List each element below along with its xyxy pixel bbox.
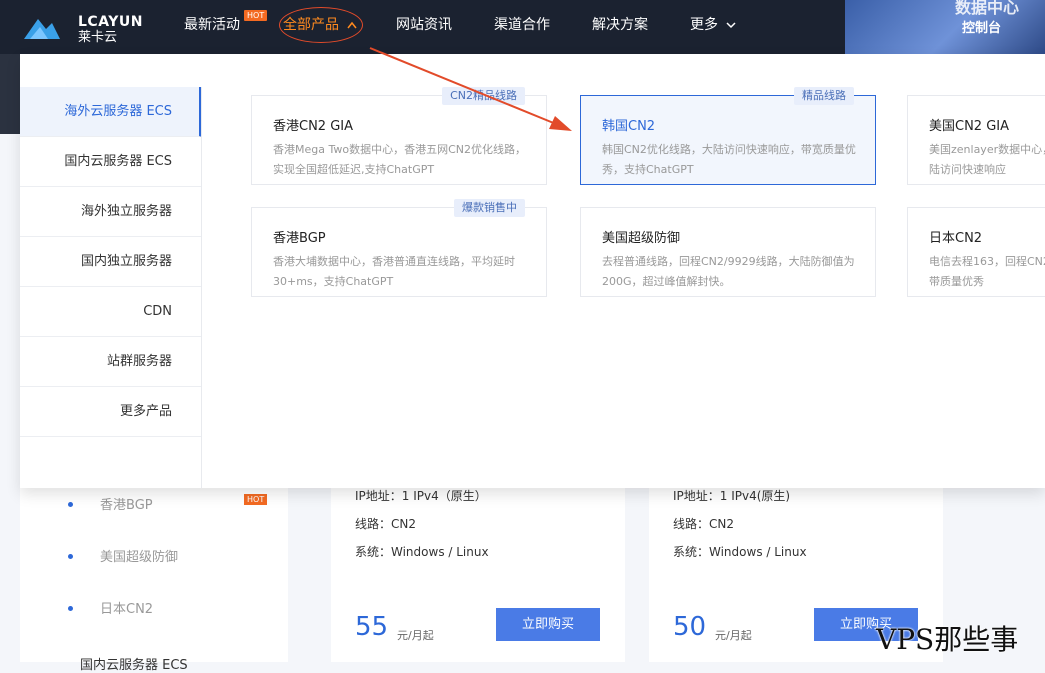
subnav-item-hk-bgp[interactable]: 香港BGP <box>100 494 153 513</box>
nav-more[interactable]: 更多 <box>690 16 736 34</box>
product-desc: 美国zenlayer数据中心，美国CN2 GIA线路，大陆访问快速响应 <box>929 143 1045 176</box>
product-card-kr-cn2[interactable]: 精品线路 韩国CN2 韩国CN2优化线路，大陆访问快速响应，带宽质量优秀，支持C… <box>580 87 876 185</box>
buy-now-button[interactable]: 立即购买 <box>496 608 600 641</box>
plan-ip: IP地址：1 IPv4（原生） <box>355 489 487 503</box>
plan-line: 线路：CN2 <box>673 517 734 531</box>
product-tag: CN2精品线路 <box>442 87 525 105</box>
product-desc: 电信去程163，回程CN2，移动联通干直连，宽带质量优秀 <box>929 255 1045 288</box>
bullet-dot <box>68 606 73 611</box>
plan-price-unit: 元/月起 <box>715 629 752 642</box>
plan-line: 线路：CN2 <box>355 517 416 531</box>
product-title: 香港CN2 GIA <box>273 119 354 134</box>
product-desc: 香港Mega Two数据中心，香港五网CN2优化线路，实现全国超低延迟,支持Ch… <box>273 143 527 176</box>
products-dropdown: 海外云服务器 ECS 国内云服务器 ECS 海外独立服务器 国内独立服务器 CD… <box>20 54 1045 488</box>
menu-item-more-products[interactable]: 更多产品 <box>20 387 202 437</box>
product-title: 香港BGP <box>273 231 326 246</box>
nav-channel-partners[interactable]: 渠道合作 <box>494 16 550 34</box>
nav-more-label: 更多 <box>690 17 718 33</box>
site-logo[interactable]: LCAYUN 莱卡云 <box>22 9 142 45</box>
menu-item-domestic-ecs[interactable]: 国内云服务器 ECS <box>20 137 202 187</box>
plan-system: 系统：Windows / Linux <box>673 545 807 559</box>
product-card-hk-bgp[interactable]: 爆款销售中 香港BGP 香港大埔数据中心，香港普通直连线路，平均延时30+ms，… <box>251 199 547 297</box>
plan-price: 55 <box>355 612 389 642</box>
plan-system: 系统：Windows / Linux <box>355 545 489 559</box>
menu-divider <box>201 87 202 488</box>
plan-price-unit: 元/月起 <box>397 629 434 642</box>
bullet-dot <box>68 502 73 507</box>
header-banner: 数据中心 <box>845 0 1045 54</box>
product-desc: 香港大埔数据中心，香港普通直连线路，平均延时30+ms，支持ChatGPT <box>273 255 515 288</box>
top-navbar: LCAYUN 莱卡云 最新活动 HOT 全部产品 网站资讯 渠道合作 解决方案 … <box>0 0 1045 54</box>
plan-card: IP地址：1 IPv4（原生） 线路：CN2 系统：Windows / Linu… <box>331 488 625 662</box>
plan-ip: IP地址：1 IPv4(原生) <box>673 489 791 503</box>
menu-item-site-cluster[interactable]: 站群服务器 <box>20 337 202 387</box>
product-desc: 去程普通线路，回程CN2/9929线路，大陆防御值为200G，超过峰值解封快。 <box>602 255 855 288</box>
hot-badge: HOT <box>244 494 268 505</box>
product-title: 日本CN2 <box>929 231 983 246</box>
product-card-hk-cn2-gia[interactable]: CN2精品线路 香港CN2 GIA 香港Mega Two数据中心，香港五网CN2… <box>251 87 547 185</box>
product-card-jp-cn2[interactable]: 日本CN2 电信去程163，回程CN2，移动联通干直连，宽带质量优秀 <box>907 207 1045 297</box>
product-desc: 韩国CN2优化线路，大陆访问快速响应，带宽质量优秀，支持ChatGPT <box>602 143 856 176</box>
subnav-item-us-defense[interactable]: 美国超级防御 <box>100 546 178 565</box>
menu-item-cdn[interactable]: CDN <box>20 287 202 337</box>
menu-item-overseas-dedicated[interactable]: 海外独立服务器 <box>20 187 202 237</box>
product-title: 韩国CN2 <box>602 119 656 134</box>
page-hero-edge <box>0 54 20 134</box>
annotation-circle <box>279 7 363 43</box>
logo-text: LCAYUN <box>78 14 143 30</box>
chevron-down-icon <box>726 22 736 29</box>
category-menu: 海外云服务器 ECS 国内云服务器 ECS 海外独立服务器 国内独立服务器 CD… <box>20 87 202 437</box>
product-subnav: 香港BGP HOT 美国超级防御 日本CN2 国内云服务器 ECS <box>20 488 288 673</box>
product-title: 美国CN2 GIA <box>929 119 1010 134</box>
product-tag: 精品线路 <box>794 87 854 105</box>
product-card-us-defense[interactable]: 美国超级防御 去程普通线路，回程CN2/9929线路，大陆防御值为200G，超过… <box>580 207 876 297</box>
product-tag: 爆款销售中 <box>454 199 525 217</box>
hot-badge: HOT <box>244 10 268 21</box>
product-card-us-cn2-gia[interactable]: 美国CN2 GIA 美国zenlayer数据中心，美国CN2 GIA线路，大陆访… <box>907 95 1045 185</box>
menu-item-overseas-ecs[interactable]: 海外云服务器 ECS <box>20 87 202 137</box>
plan-price: 50 <box>673 612 707 642</box>
nav-solutions[interactable]: 解决方案 <box>592 16 648 34</box>
subnav-domestic-ecs[interactable]: 国内云服务器 ECS <box>80 654 188 673</box>
logo-subtext: 莱卡云 <box>78 30 118 45</box>
cloud-logo-icon <box>24 19 60 39</box>
subnav-item-jp-cn2[interactable]: 日本CN2 <box>100 598 153 617</box>
nav-latest-events[interactable]: 最新活动 <box>184 16 240 34</box>
banner-text: 数据中心 <box>955 0 1020 17</box>
bullet-dot <box>68 554 73 559</box>
console-button[interactable]: 控制台 <box>962 17 1001 36</box>
menu-item-domestic-dedicated[interactable]: 国内独立服务器 <box>20 237 202 287</box>
watermark-text: VPS那些事 <box>876 623 1019 656</box>
product-title: 美国超级防御 <box>602 231 681 246</box>
nav-news[interactable]: 网站资讯 <box>396 16 452 34</box>
